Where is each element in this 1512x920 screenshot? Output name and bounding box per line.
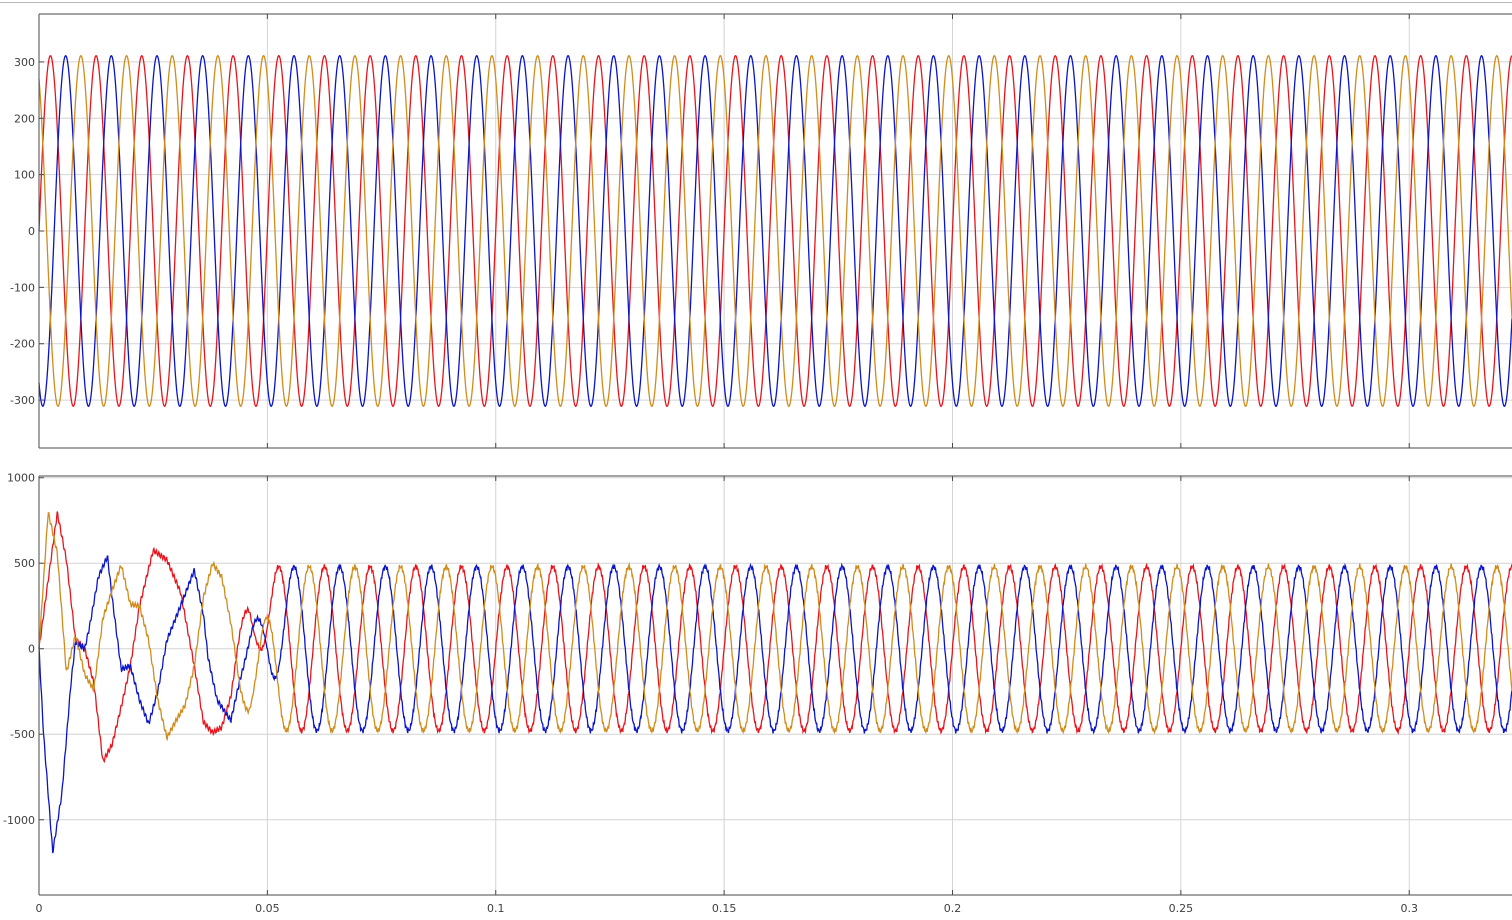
y-tick-label: 1000: [7, 472, 35, 485]
y-tick-label: 200: [14, 112, 35, 125]
x-tick-label: 0.05: [255, 902, 280, 915]
x-tick-label: 0.2: [944, 902, 962, 915]
y-tick-label: 500: [14, 557, 35, 570]
x-tick-label: 0.15: [712, 902, 737, 915]
y-tick-label: 0: [28, 225, 35, 238]
voltage-plot: 300 200 100 0 -100 -200 -300: [10, 13, 1512, 449]
y-tick-label: 300: [14, 56, 35, 69]
y-tick-label: -1000: [3, 814, 35, 827]
x-tick-label: 0.3: [1400, 902, 1418, 915]
y-tick-label: -500: [10, 728, 35, 741]
plot-area: [39, 476, 1512, 895]
scope-figure: 3002001000-100-200-300 10005000-500-1000…: [3, 13, 1512, 915]
x-tick-label: 0.1: [487, 902, 505, 915]
y-tick-label: 0: [28, 643, 35, 656]
y-tick-label: -100: [10, 281, 35, 294]
current-plot: 1000 500 0 -500 -1000 0 0.05 0.1 0.15 0.2 0.25 0.3: [3, 472, 1512, 915]
y-tick-label: -200: [10, 338, 35, 351]
x-tick-label: 0.25: [1169, 902, 1194, 915]
x-tick-label: 0: [36, 902, 43, 915]
y-tick-label: 100: [14, 169, 35, 182]
y-tick-label: -300: [10, 394, 35, 407]
